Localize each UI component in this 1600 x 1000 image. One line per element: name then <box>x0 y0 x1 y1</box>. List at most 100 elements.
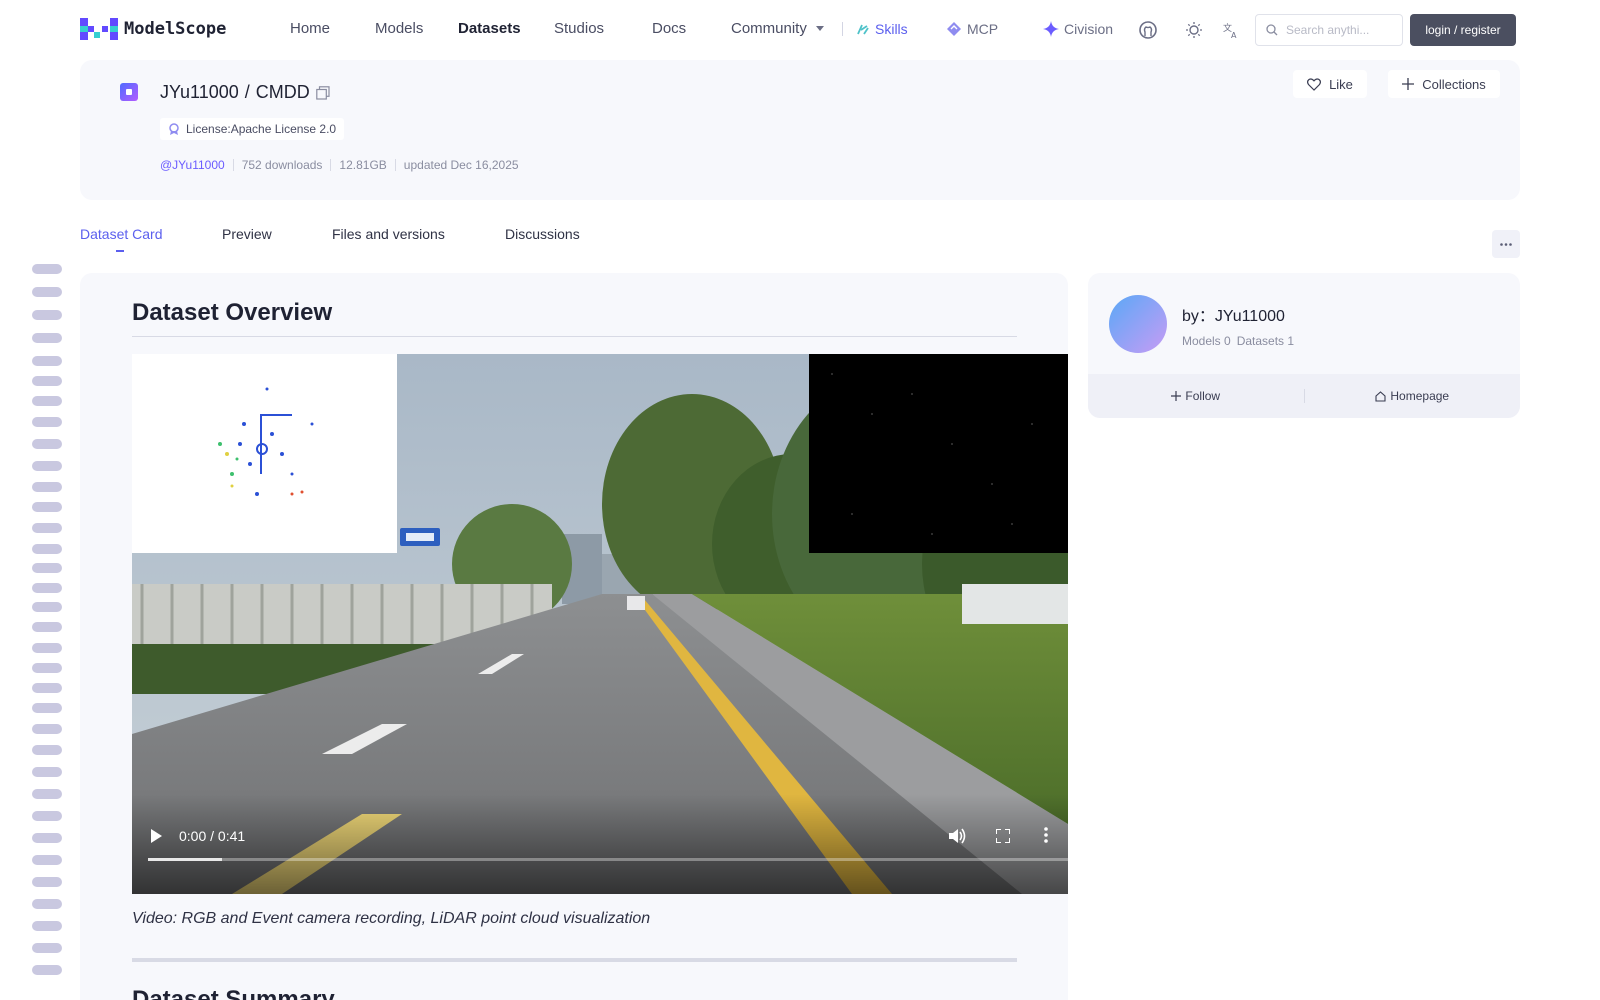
summary-heading: Dataset Summary <box>132 986 335 1000</box>
toc-entry[interactable] <box>32 396 62 406</box>
nav-docs[interactable]: Docs <box>652 20 686 37</box>
language-icon[interactable]: 文A <box>1221 20 1241 40</box>
home-icon <box>1375 390 1386 402</box>
search-box[interactable] <box>1255 14 1403 46</box>
author-link[interactable]: @JYu11000 <box>160 158 225 172</box>
play-icon[interactable] <box>150 829 162 843</box>
dataset-owner[interactable]: JYu11000 <box>160 82 239 103</box>
like-button[interactable]: Like <box>1293 70 1367 98</box>
toc-entry[interactable] <box>32 965 62 975</box>
fullscreen-icon[interactable] <box>996 829 1010 843</box>
chevron-down-icon <box>815 25 824 31</box>
homepage-button[interactable]: Homepage <box>1305 389 1521 403</box>
modelscope-logo[interactable]: ModelScope <box>80 18 226 40</box>
nav-models[interactable]: Models <box>375 20 423 37</box>
models-count[interactable]: Models 0 <box>1182 334 1231 348</box>
nav-mcp-label: MCP <box>967 21 999 37</box>
nav-home[interactable]: Home <box>290 20 330 37</box>
toc-entry[interactable] <box>32 767 62 777</box>
author-name[interactable]: by：JYu11000 <box>1182 302 1285 326</box>
video-progress-track[interactable] <box>148 858 1068 861</box>
toc-entry[interactable] <box>32 264 62 274</box>
sparkle-icon <box>1043 21 1059 37</box>
theme-toggle-icon[interactable] <box>1184 20 1204 40</box>
toc-entry[interactable] <box>32 502 62 512</box>
toc-entry[interactable] <box>32 461 62 471</box>
toc-entry[interactable] <box>32 663 62 673</box>
collections-button[interactable]: Collections <box>1388 70 1500 98</box>
svg-text:A: A <box>1231 31 1237 39</box>
toc-entry[interactable] <box>32 583 62 593</box>
toc-entry[interactable] <box>32 789 62 799</box>
toc-entry[interactable] <box>32 745 62 755</box>
toc-entry[interactable] <box>32 333 62 343</box>
dataset-header: JYu11000 / CMDD License:Apache License 2… <box>80 60 1520 200</box>
author-actions: Follow Homepage <box>1088 374 1520 418</box>
toc-entry[interactable] <box>32 943 62 953</box>
copy-icon[interactable] <box>315 85 330 100</box>
toc-entry[interactable] <box>32 855 62 865</box>
avatar[interactable] <box>1109 295 1167 353</box>
datasets-count[interactable]: Datasets 1 <box>1237 334 1294 348</box>
more-vertical-icon[interactable] <box>1044 827 1048 843</box>
toc-entry[interactable] <box>32 356 62 366</box>
nav-divider <box>842 22 843 36</box>
mcp-icon <box>947 22 961 36</box>
download-count: 752 downloads <box>241 158 323 172</box>
plus-icon <box>1171 391 1182 401</box>
toc-entry[interactable] <box>32 287 62 297</box>
toc-entry[interactable] <box>32 877 62 887</box>
dataset-card-content: Dataset Overview 0:00 / 0:41 Video: RGB … <box>80 273 1068 1000</box>
nav-community[interactable]: Community <box>731 20 825 37</box>
more-options-button[interactable] <box>1492 230 1520 258</box>
nav-skills[interactable]: Skills <box>856 21 908 37</box>
toc-entry[interactable] <box>32 417 62 427</box>
toc-entry[interactable] <box>32 376 62 386</box>
toc-entry[interactable] <box>32 643 62 653</box>
nav-datasets[interactable]: Datasets <box>458 20 521 37</box>
nav-civision-label: Civision <box>1064 21 1114 37</box>
login-register-button[interactable]: login / register <box>1410 14 1516 46</box>
toc-entry[interactable] <box>32 602 62 612</box>
top-navigation: ModelScope Home Models Datasets Studios … <box>0 0 1600 58</box>
search-icon <box>1266 24 1278 36</box>
dataset-name: CMDD <box>255 82 310 102</box>
toc-entry[interactable] <box>32 833 62 843</box>
tab-discussions[interactable]: Discussions <box>505 226 580 242</box>
toc-entry[interactable] <box>32 482 62 492</box>
toc-entry[interactable] <box>32 523 62 533</box>
video-controls: 0:00 / 0:41 <box>132 822 1068 894</box>
toc-entry[interactable] <box>32 563 62 573</box>
dataset-meta: @JYu11000 752 downloads 12.81GB updated … <box>160 158 519 172</box>
toc-entry[interactable] <box>32 544 62 554</box>
volume-icon[interactable] <box>948 827 966 845</box>
video-progress-fill <box>148 858 222 861</box>
toc-entry[interactable] <box>32 724 62 734</box>
ellipsis-icon <box>1500 242 1512 246</box>
toc-entry[interactable] <box>32 811 62 821</box>
overview-heading: Dataset Overview <box>132 299 333 326</box>
tab-dataset-card[interactable]: Dataset Card <box>80 226 162 242</box>
author-card: by：JYu11000 Models 0 Datasets 1 Follow H… <box>1088 273 1520 418</box>
video-player[interactable]: 0:00 / 0:41 <box>132 354 1068 894</box>
follow-button[interactable]: Follow <box>1088 389 1304 403</box>
tab-preview[interactable]: Preview <box>222 226 272 242</box>
meta-divider <box>394 159 396 171</box>
video-frame <box>132 354 1068 894</box>
toc-entry[interactable] <box>32 310 62 320</box>
search-input[interactable] <box>1286 23 1386 37</box>
toc-entry[interactable] <box>32 439 62 449</box>
nav-studios[interactable]: Studios <box>554 20 604 37</box>
toc-entry[interactable] <box>32 899 62 909</box>
toc-entry[interactable] <box>32 683 62 693</box>
toc-entry[interactable] <box>32 622 62 632</box>
logo-text: ModelScope <box>124 19 227 39</box>
nav-mcp[interactable]: MCP <box>946 21 998 37</box>
license-tag[interactable]: License:Apache License 2.0 <box>160 118 345 140</box>
nav-civision[interactable]: Civision <box>1043 21 1113 37</box>
github-icon[interactable] <box>1138 20 1158 40</box>
toc-entry[interactable] <box>32 921 62 931</box>
tab-files-and-versions[interactable]: Files and versions <box>332 226 445 242</box>
toc-entry[interactable] <box>32 703 62 713</box>
title-separator: / <box>244 82 250 102</box>
